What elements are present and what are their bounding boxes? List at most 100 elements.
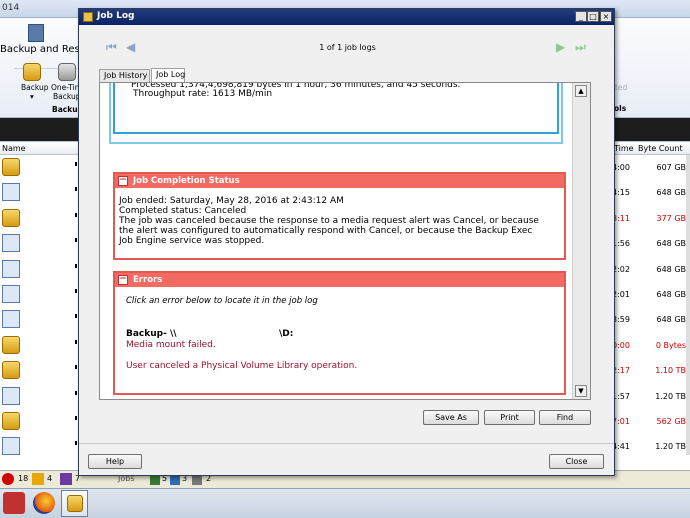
row-marker bbox=[75, 238, 77, 243]
row-marker bbox=[75, 263, 77, 268]
row-marker bbox=[75, 212, 77, 217]
jobs-grid-scrollbar[interactable] bbox=[686, 155, 690, 455]
log-scrollbar[interactable]: ▲ ▼ bbox=[572, 83, 590, 399]
job-row-byte-count: 1.10 TB bbox=[655, 366, 686, 376]
backup-exec-icon bbox=[67, 495, 83, 512]
minimize-button[interactable]: _ bbox=[575, 11, 587, 22]
footer-divider bbox=[79, 443, 614, 444]
help-button[interactable]: Help bbox=[88, 454, 142, 469]
row-marker bbox=[75, 390, 77, 395]
alert-warning-icon[interactable] bbox=[32, 473, 44, 485]
network-job-icon bbox=[2, 285, 20, 303]
job-row-byte-count: 1.20 TB bbox=[655, 391, 686, 401]
scroll-up-icon[interactable]: ▲ bbox=[575, 85, 587, 97]
errors-header[interactable]: − Errors bbox=[115, 273, 564, 287]
other-jobs-icon[interactable] bbox=[192, 475, 202, 485]
alert-error-icon[interactable] bbox=[2, 473, 14, 485]
backup-restore-app-icon[interactable] bbox=[28, 24, 44, 42]
job-log-navigation: ⏮ ◀ 1 of 1 job logs ▶ ⏭ bbox=[88, 33, 607, 61]
dialog-title-bar[interactable]: Job Log _ □ × bbox=[79, 9, 614, 25]
row-marker bbox=[75, 365, 77, 370]
tab-job-history[interactable]: Job History bbox=[99, 69, 150, 82]
errors-body: Click an error below to locate it in the… bbox=[115, 287, 564, 394]
save-as-button[interactable]: Save As bbox=[423, 410, 479, 425]
one-time-backup-label-line2[interactable]: Backup bbox=[53, 92, 81, 101]
network-job-icon bbox=[2, 259, 20, 278]
job-row-byte-count: 648 GB bbox=[656, 239, 687, 249]
job-completion-status-section: − Job Completion Status Job ended: Satur… bbox=[113, 172, 566, 260]
alert-warning-count: 4 bbox=[47, 474, 53, 483]
errors-title: Errors bbox=[133, 275, 163, 285]
backup-exec-taskbar-button[interactable] bbox=[61, 490, 88, 517]
row-marker bbox=[75, 289, 77, 293]
tab-job-log[interactable]: Job Log bbox=[151, 68, 185, 82]
errors-hint: Click an error below to locate it in the… bbox=[126, 296, 318, 306]
network-job-icon bbox=[2, 183, 20, 202]
row-marker bbox=[75, 187, 77, 192]
previous-section-inner: Processed 1,374,4,698,819 bytes in 1 hou… bbox=[113, 83, 559, 134]
row-marker bbox=[75, 314, 77, 319]
error-job-name[interactable]: Backup- \\ bbox=[126, 329, 177, 339]
cancel-reason-text: The job was canceled because the respons… bbox=[119, 216, 539, 246]
last-log-icon[interactable]: ⏭ bbox=[575, 41, 586, 53]
next-log-icon[interactable]: ▶ bbox=[556, 41, 565, 53]
find-button[interactable]: Find bbox=[539, 410, 591, 425]
start-icon[interactable] bbox=[3, 492, 25, 514]
network-job-icon bbox=[2, 437, 20, 456]
job-ended-text: Job ended: Saturday, May 28, 2016 at 2:4… bbox=[119, 196, 344, 206]
column-time-header[interactable]: Time bbox=[614, 144, 634, 153]
print-button[interactable]: Print bbox=[484, 410, 535, 425]
job-row-byte-count: 648 GB bbox=[656, 315, 687, 325]
network-job-icon bbox=[2, 234, 20, 253]
error-drive[interactable]: \D: bbox=[279, 329, 293, 339]
page-info: 1 of 1 job logs bbox=[319, 43, 376, 52]
network-job-icon bbox=[2, 310, 20, 329]
backup-group-label: Backu bbox=[52, 105, 78, 114]
error-media-mount-failed[interactable]: Media mount failed. bbox=[126, 340, 216, 350]
dialog-body: ⏮ ◀ 1 of 1 job logs ▶ ⏭ Job History Job … bbox=[79, 25, 614, 475]
scheduled-jobs-icon[interactable] bbox=[170, 475, 180, 485]
firefox-icon[interactable] bbox=[33, 492, 55, 514]
job-log-dialog: Job Log _ □ × ⏮ ◀ 1 of 1 job logs ▶ ⏭ Jo… bbox=[78, 8, 615, 476]
alert-info-icon[interactable] bbox=[60, 473, 72, 485]
backup-button-label[interactable]: Backup bbox=[21, 83, 49, 92]
running-jobs-icon[interactable] bbox=[150, 475, 160, 485]
row-marker bbox=[75, 441, 77, 446]
job-row-byte-count: 607 GB bbox=[656, 163, 687, 172]
backup-job-icon bbox=[2, 208, 20, 227]
alert-error-count: 18 bbox=[18, 474, 29, 483]
maximize-button[interactable]: □ bbox=[587, 11, 599, 22]
throughput-text: Throughput rate: 1613 MB/min bbox=[133, 89, 273, 99]
job-row-byte-count: 377 GB bbox=[656, 213, 687, 223]
collapse-toggle-icon[interactable]: − bbox=[118, 275, 128, 285]
row-marker bbox=[75, 339, 77, 344]
job-row-byte-count: 648 GB bbox=[656, 264, 687, 274]
errors-section: − Errors Click an error below to locate … bbox=[113, 271, 566, 395]
close-button[interactable]: Close bbox=[549, 454, 604, 469]
job-completion-body: Job ended: Saturday, May 28, 2016 at 2:4… bbox=[115, 188, 545, 246]
column-name-header[interactable]: Name bbox=[2, 144, 26, 153]
job-row-byte-count: 648 GB bbox=[656, 290, 687, 299]
collapse-toggle-icon[interactable]: − bbox=[118, 176, 128, 186]
job-completion-status-title: Job Completion Status bbox=[133, 176, 240, 186]
dialog-title: Job Log bbox=[97, 11, 135, 21]
one-time-backup-icon[interactable] bbox=[58, 63, 76, 81]
completed-status-text: Completed status: Canceled bbox=[119, 206, 247, 216]
job-row-byte-count: 562 GB bbox=[656, 417, 687, 426]
scroll-down-icon[interactable]: ▼ bbox=[575, 385, 587, 397]
backup-job-icon bbox=[2, 412, 20, 430]
row-marker bbox=[75, 162, 77, 166]
column-byte-count-header[interactable]: Byte Count bbox=[638, 144, 683, 153]
backup-dropdown-arrow[interactable]: ▾ bbox=[30, 92, 34, 101]
previous-section-box: Processed 1,374,4,698,819 bytes in 1 hou… bbox=[109, 83, 563, 144]
backup-icon[interactable] bbox=[23, 63, 41, 81]
job-completion-status-header[interactable]: − Job Completion Status bbox=[115, 174, 564, 188]
error-user-canceled[interactable]: User canceled a Physical Volume Library … bbox=[126, 361, 357, 371]
job-row-byte-count: 648 GB bbox=[656, 188, 687, 198]
network-job-icon bbox=[2, 386, 20, 405]
job-log-content: Processed 1,374,4,698,819 bytes in 1 hou… bbox=[99, 82, 591, 400]
close-window-button[interactable]: × bbox=[600, 11, 612, 22]
backup-job-icon bbox=[2, 335, 20, 354]
row-marker bbox=[75, 416, 77, 420]
ribbon-tools-group-label: ols bbox=[614, 104, 627, 113]
